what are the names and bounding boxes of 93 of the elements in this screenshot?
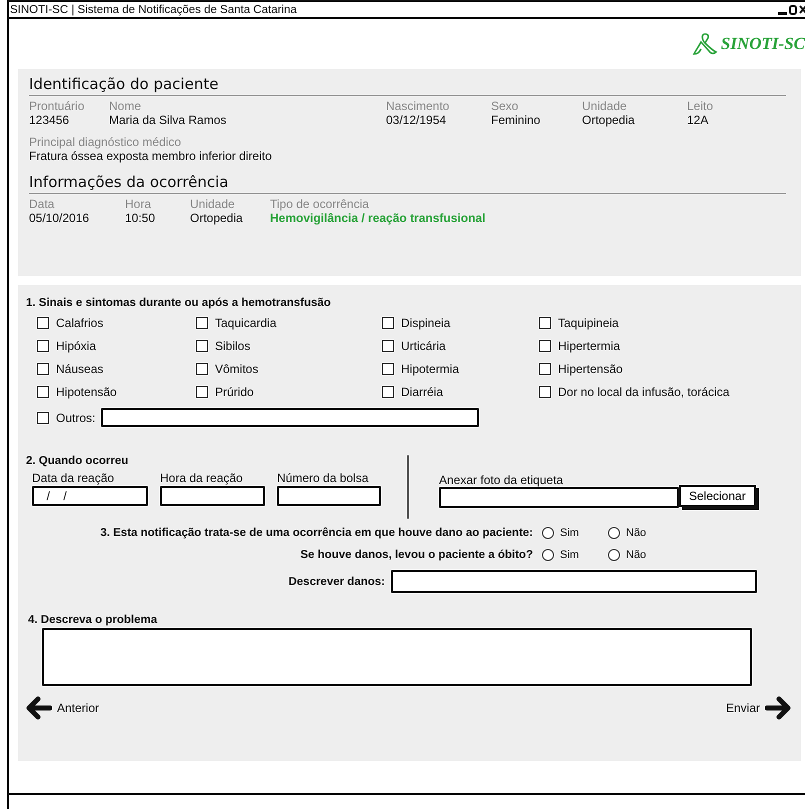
- checkbox[interactable]: [382, 340, 394, 352]
- field-label: Data da reação: [32, 471, 116, 485]
- checkbox-label: Sibilos: [215, 339, 250, 353]
- field-label: Principal diagnóstico médico: [29, 135, 182, 149]
- field-label: Número da bolsa: [277, 471, 370, 485]
- input-field[interactable]: [277, 486, 381, 506]
- checkbox[interactable]: [196, 386, 208, 398]
- checkbox-label: Outros:: [56, 410, 96, 424]
- field-value: Fratura óssea exposta membro inferior direito: [29, 149, 273, 164]
- checkbox[interactable]: [37, 340, 49, 352]
- checkbox-label: Hipotensão: [56, 385, 117, 399]
- field-value: Feminino: [491, 113, 542, 128]
- field-value: 12A: [687, 113, 710, 128]
- input-field[interactable]: [391, 570, 757, 593]
- checkbox-label: Taquicardia: [215, 316, 276, 330]
- logo-text: SINOTI-SC: [720, 34, 805, 54]
- input-field[interactable]: [101, 408, 480, 427]
- question-title: 4. Descreva o problema: [28, 614, 158, 626]
- close-icon[interactable]: [799, 5, 805, 14]
- field-label: Leito: [687, 99, 714, 113]
- field-label: Sexo: [491, 99, 520, 113]
- section-heading: Informações da ocorrência: [29, 173, 228, 191]
- checkbox-label: Urticária: [401, 339, 446, 353]
- checkbox-label: Prúrido: [215, 385, 254, 399]
- text-area[interactable]: [42, 628, 752, 686]
- field-label: Unidade: [582, 99, 628, 113]
- field-label: Nome: [109, 99, 142, 113]
- field-label: Prontuário: [29, 99, 86, 113]
- field-label: Anexar foto da etiqueta: [439, 473, 564, 487]
- field-value: 10:50: [125, 211, 156, 226]
- checkbox-label: Dor no local da infusão, torácica: [558, 385, 730, 399]
- window-title: SINOTI-SC | Sistema de Notificações de Santa Catarina: [10, 4, 297, 16]
- checkbox[interactable]: [37, 412, 49, 424]
- checkbox-label: Hipertensão: [558, 362, 623, 376]
- field-label: Data: [29, 197, 56, 211]
- field-value: Maria da Silva Ramos: [109, 113, 228, 128]
- radio-button[interactable]: [608, 549, 620, 561]
- select-button[interactable]: Selecionar: [679, 485, 756, 507]
- field-value: Ortopedia: [190, 211, 244, 226]
- checkbox[interactable]: [539, 340, 551, 352]
- field-label: Hora: [125, 197, 152, 211]
- checkbox-label: Hipotermia: [401, 362, 460, 376]
- checkbox[interactable]: [539, 317, 551, 329]
- checkbox-label: Hipóxia: [56, 339, 96, 353]
- checkbox-label: Vômitos: [215, 362, 258, 376]
- right-arrow-icon[interactable]: [765, 695, 791, 721]
- maximize-icon[interactable]: [789, 4, 797, 14]
- checkbox-label: Diarréia: [401, 385, 444, 399]
- question-title: 2. Quando ocorreu: [26, 455, 130, 467]
- checkbox[interactable]: [37, 363, 49, 375]
- left-arrow-icon[interactable]: [26, 695, 52, 721]
- checkbox[interactable]: [196, 317, 208, 329]
- field-value: Ortopedia: [582, 113, 636, 128]
- checkbox[interactable]: [196, 363, 208, 375]
- radio-button[interactable]: [542, 549, 554, 561]
- field-label: Nascimento: [386, 99, 450, 113]
- ribbon-icon: [692, 32, 718, 56]
- question-text: 3. Esta notificação trata-se de uma ocorrência em que houve dano ao paciente:: [99, 527, 534, 539]
- input-field[interactable]: / /: [32, 486, 148, 506]
- radio-label: Sim: [560, 527, 579, 539]
- field-value: Hemovigilância / reação transfusional: [270, 211, 486, 226]
- field-label: Descrever danos:: [287, 576, 386, 588]
- send-link[interactable]: Enviar: [726, 701, 760, 715]
- checkbox[interactable]: [382, 386, 394, 398]
- field-label: Hora da reação: [160, 471, 244, 485]
- checkbox[interactable]: [382, 363, 394, 375]
- field-value: 03/12/1954: [386, 113, 448, 128]
- checkbox-label: Náuseas: [56, 362, 104, 376]
- checkbox[interactable]: [539, 386, 551, 398]
- checkbox-label: Calafrios: [56, 316, 104, 330]
- section-heading: Identificação do paciente: [29, 75, 218, 93]
- checkbox[interactable]: [382, 317, 394, 329]
- radio-label: Sim: [560, 549, 579, 561]
- radio-label: Não: [626, 549, 646, 561]
- radio-label: Não: [626, 527, 646, 539]
- input-field[interactable]: [160, 486, 265, 506]
- checkbox-label: Hipertermia: [558, 339, 620, 353]
- field-label: Tipo de ocorrência: [270, 197, 370, 211]
- radio-button[interactable]: [608, 527, 620, 539]
- field-value: 05/10/2016: [29, 211, 90, 226]
- checkbox[interactable]: [37, 317, 49, 329]
- checkbox[interactable]: [196, 340, 208, 352]
- file-field[interactable]: [439, 487, 679, 508]
- question-text: Se houve danos, levou o paciente a óbito?: [299, 549, 534, 561]
- checkbox-label: Dispineia: [401, 316, 450, 330]
- checkbox[interactable]: [539, 363, 551, 375]
- radio-button[interactable]: [542, 527, 554, 539]
- field-label: Unidade: [190, 197, 236, 211]
- field-value: 123456: [29, 113, 70, 128]
- checkbox[interactable]: [37, 386, 49, 398]
- previous-link[interactable]: Anterior: [57, 701, 100, 715]
- question-title: 1. Sinais e sintomas durante ou após a hemotransfusão: [26, 297, 332, 309]
- checkbox-label: Taquipineia: [558, 316, 619, 330]
